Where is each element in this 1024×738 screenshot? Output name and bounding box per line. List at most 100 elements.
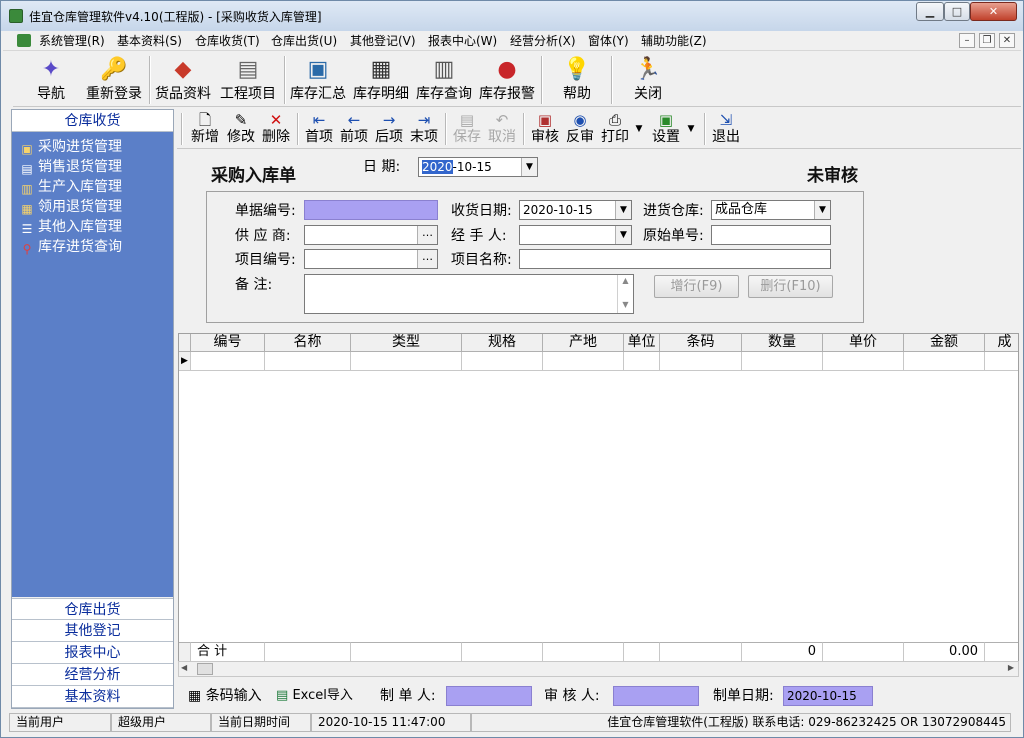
toolbar-project-button[interactable]: ▤ 工程项目 bbox=[217, 52, 279, 106]
column-header[interactable]: 编号 bbox=[191, 334, 265, 352]
next-button[interactable]: → 后项 bbox=[373, 111, 405, 147]
toolbar-goods-button[interactable]: ◆ 货品资料 bbox=[153, 52, 213, 106]
edit-button[interactable]: ✎ 修改 bbox=[225, 111, 257, 147]
approve-button[interactable]: ▣ 审核 bbox=[529, 111, 561, 147]
maximize-button[interactable]: □ bbox=[944, 2, 970, 21]
unapprove-button[interactable]: ◉ 反审 bbox=[564, 111, 596, 147]
nav-section-basic-data[interactable]: 基本资料 bbox=[12, 686, 173, 708]
nav-section-report-center[interactable]: 报表中心 bbox=[12, 642, 173, 664]
mdi-close-button[interactable]: ✕ bbox=[999, 33, 1015, 48]
column-header[interactable]: 产地 bbox=[543, 334, 624, 352]
column-header[interactable]: 规格 bbox=[462, 334, 543, 352]
receive-date-picker[interactable]: 2020-10-15 ▼ bbox=[519, 200, 632, 220]
nav-item-requisition-return[interactable]: ▦ 领用退货管理 bbox=[20, 197, 122, 217]
nav-section-other-register[interactable]: 其他登记 bbox=[12, 620, 173, 642]
orig-no-field[interactable] bbox=[711, 225, 831, 245]
excel-import-button[interactable]: ▤ Excel导入 bbox=[276, 686, 353, 706]
delete-button[interactable]: ✕ 删除 bbox=[260, 111, 292, 147]
browse-ellipsis-button[interactable]: … bbox=[417, 250, 437, 268]
toolbar-inventory-query-button[interactable]: ▥ 库存查询 bbox=[414, 52, 474, 106]
save-button[interactable]: ▤ 保存 bbox=[451, 111, 483, 147]
browse-ellipsis-button[interactable]: … bbox=[417, 226, 437, 244]
cancel-button[interactable]: ↶ 取消 bbox=[486, 111, 518, 147]
grid-hscrollbar[interactable]: ◀ ▶ bbox=[178, 661, 1019, 677]
nav-section-receive[interactable]: 仓库收货 bbox=[12, 110, 173, 132]
reviewer-field[interactable] bbox=[613, 686, 699, 706]
column-header[interactable]: 条码 bbox=[660, 334, 742, 352]
table-cell[interactable] bbox=[351, 352, 462, 371]
remark-scrollbar[interactable]: ▲ ▼ bbox=[617, 275, 633, 313]
print-button[interactable]: ⎙ 打印 bbox=[599, 111, 631, 147]
delete-row-button[interactable]: 删行(F10) bbox=[748, 275, 833, 298]
scroll-right-icon[interactable]: ▶ bbox=[1008, 663, 1014, 672]
nav-section-business-analysis[interactable]: 经营分析 bbox=[12, 664, 173, 686]
toolbar-relogin-button[interactable]: 🔑 重新登录 bbox=[83, 52, 145, 106]
nav-item-other-in[interactable]: ☰ 其他入库管理 bbox=[20, 217, 122, 237]
chevron-down-icon[interactable]: ▼ bbox=[615, 226, 631, 244]
mdi-minimize-button[interactable]: – bbox=[959, 33, 975, 48]
menu-warehouse-receive[interactable]: 仓库收货(T) bbox=[195, 33, 260, 49]
toolbar-inventory-summary-button[interactable]: ▣ 库存汇总 bbox=[288, 52, 348, 106]
new-button[interactable]: 🗋 新增 bbox=[189, 111, 221, 147]
chevron-down-icon[interactable]: ▼ bbox=[521, 158, 537, 176]
scroll-thumb[interactable] bbox=[197, 663, 213, 675]
column-header[interactable]: 成 bbox=[985, 334, 1018, 352]
table-cell[interactable] bbox=[660, 352, 742, 371]
remark-textarea[interactable]: ▲ ▼ bbox=[304, 274, 634, 314]
toolbar-inventory-alarm-button[interactable]: ● 库存报警 bbox=[477, 52, 537, 106]
menu-aux-functions[interactable]: 辅助功能(Z) bbox=[641, 33, 707, 49]
project-no-field[interactable]: … bbox=[304, 249, 438, 269]
exit-button[interactable]: ⇲ 退出 bbox=[710, 111, 742, 147]
table-cell[interactable] bbox=[462, 352, 543, 371]
settings-dropdown-button[interactable]: ▼ bbox=[685, 111, 697, 147]
menu-basic-data[interactable]: 基本资料(S) bbox=[117, 33, 182, 49]
menu-business-analysis[interactable]: 经营分析(X) bbox=[510, 33, 576, 49]
column-header[interactable]: 单位 bbox=[624, 334, 660, 352]
toolbar-help-button[interactable]: 💡 帮助 bbox=[553, 52, 601, 106]
minimize-button[interactable]: ▁ bbox=[916, 2, 944, 21]
nav-item-stock-in-query[interactable]: ⚲ 库存进货查询 bbox=[20, 237, 122, 257]
add-row-button[interactable]: 增行(F9) bbox=[654, 275, 739, 298]
menu-window[interactable]: 窗体(Y) bbox=[588, 33, 629, 49]
column-header[interactable]: 类型 bbox=[351, 334, 462, 352]
toolbar-inventory-detail-button[interactable]: ▦ 库存明细 bbox=[351, 52, 411, 106]
project-name-field[interactable] bbox=[519, 249, 831, 269]
prev-button[interactable]: ← 前项 bbox=[338, 111, 370, 147]
maker-field[interactable] bbox=[446, 686, 532, 706]
scroll-left-icon[interactable]: ◀ bbox=[181, 663, 187, 672]
table-cell[interactable] bbox=[742, 352, 823, 371]
close-button[interactable]: ✕ bbox=[970, 2, 1017, 21]
menu-report-center[interactable]: 报表中心(W) bbox=[428, 33, 497, 49]
column-header[interactable]: 金额 bbox=[904, 334, 985, 352]
print-dropdown-button[interactable]: ▼ bbox=[633, 111, 645, 147]
toolbar-navigate-button[interactable]: ✦ 导航 bbox=[29, 52, 73, 106]
chevron-down-icon[interactable]: ▼ bbox=[814, 201, 830, 219]
last-button[interactable]: ⇥ 末项 bbox=[408, 111, 440, 147]
menu-warehouse-ship[interactable]: 仓库出货(U) bbox=[271, 33, 337, 49]
barcode-input-button[interactable]: ▦ 条码输入 bbox=[188, 686, 262, 706]
date-picker[interactable]: 2020-10-15 ▼ bbox=[418, 157, 538, 177]
column-header[interactable]: 数量 bbox=[742, 334, 823, 352]
chevron-down-icon[interactable]: ▼ bbox=[615, 201, 631, 219]
warehouse-select[interactable]: 成品仓库 ▼ bbox=[711, 200, 831, 220]
table-cell[interactable] bbox=[265, 352, 351, 371]
nav-item-purchase-in[interactable]: ▣ 采购进货管理 bbox=[20, 137, 122, 157]
column-header[interactable]: 名称 bbox=[265, 334, 351, 352]
table-cell[interactable] bbox=[904, 352, 985, 371]
table-cell[interactable] bbox=[985, 352, 1018, 371]
doc-no-field[interactable] bbox=[304, 200, 438, 220]
nav-item-production-in[interactable]: ▥ 生产入库管理 bbox=[20, 177, 122, 197]
table-cell[interactable] bbox=[624, 352, 660, 371]
supplier-field[interactable]: … bbox=[304, 225, 438, 245]
handler-select[interactable]: ▼ bbox=[519, 225, 632, 245]
first-button[interactable]: ⇤ 首项 bbox=[303, 111, 335, 147]
table-cell[interactable] bbox=[823, 352, 904, 371]
column-header[interactable]: 单价 bbox=[823, 334, 904, 352]
settings-button[interactable]: ▣ 设置 bbox=[650, 111, 682, 147]
menu-system[interactable]: 系统管理(R) bbox=[39, 33, 105, 49]
table-cell[interactable] bbox=[543, 352, 624, 371]
mdi-restore-button[interactable]: ❐ bbox=[979, 33, 995, 48]
toolbar-close-button[interactable]: 🏃 关闭 bbox=[625, 52, 671, 106]
made-date-field[interactable]: 2020-10-15 bbox=[783, 686, 873, 706]
table-cell[interactable] bbox=[191, 352, 265, 371]
